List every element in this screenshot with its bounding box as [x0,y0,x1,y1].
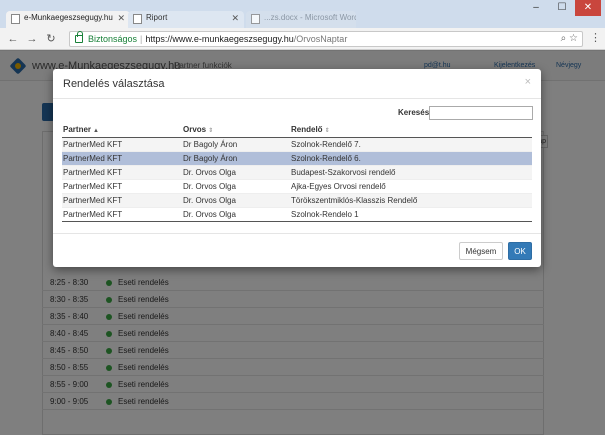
cell-partner: PartnerMed KFT [62,137,182,152]
table-row[interactable]: PartnerMed KFT Dr. Orvos Olga Törökszent… [62,193,532,208]
sort-icon: ⇕ [208,128,214,135]
minimize-icon[interactable]: – [523,0,549,16]
cell-rendelo: Szolnok-Rendelo 1 [290,207,532,222]
window-close-icon[interactable]: ✕ [575,0,601,16]
cell-rendelo: Szolnok-Rendelő 6. [290,151,532,166]
modal-footer: Mégsem OK [53,233,541,267]
browser-tab-strip: e-Munkaegeszsegugy.hu ✕ Riport ✕ ...zs.d… [0,0,605,28]
tab-title: e-Munkaegeszsegugy.hu [24,13,113,22]
cell-orvos: Dr. Orvos Olga [182,179,290,194]
table-row[interactable]: PartnerMed KFT Dr Bagoly Áron Szolnok-Re… [62,137,532,152]
cell-partner: PartnerMed KFT [62,179,182,194]
order-selection-modal: Rendelés választása × Keresés: Partner ▲ … [53,69,541,267]
menu-dots-icon[interactable]: ⋮ [590,31,601,44]
browser-tab-active[interactable]: e-Munkaegeszsegugy.hu ✕ [6,11,130,28]
bookmark-star-icon[interactable]: ☆ [569,33,578,44]
close-icon[interactable]: × [525,76,531,88]
modal-title: Rendelés választása [63,78,165,90]
table-row-selected[interactable]: PartnerMed KFT Dr Bagoly Áron Szolnok-Re… [62,151,532,166]
table-row[interactable]: PartnerMed KFT Dr. Orvos Olga Budapest-S… [62,165,532,180]
tab-title: ...zs.docx - Microsoft Word [264,13,356,22]
tab-close-icon[interactable]: ✕ [231,13,239,24]
maximize-icon[interactable]: ☐ [549,0,575,16]
lock-icon [75,31,83,43]
url-field[interactable]: Biztonságos | https://www.e-munkaegeszsegu… [69,31,583,47]
url-path: /OrvosNaptar [293,34,348,44]
order-table: Partner ▲ Orvos ⇕ Rendelő ⇕ PartnerMed KFT … [62,123,532,222]
cell-rendelo: Törökszentmiklós-Klasszis Rendelő [290,193,532,208]
column-label: Orvos [183,125,207,135]
window-controls: – ☐ ✕ [523,0,601,16]
cell-rendelo: Ajka-Egyes Orvosi rendelő [290,179,532,194]
reload-icon[interactable]: ↻ [44,32,58,46]
back-arrow-icon[interactable]: ← [6,32,20,46]
search-label: Keresés: [398,108,432,117]
url-host: https://www.e-munkaegeszsegugy.hu [145,34,294,44]
tab-title: Riport [146,13,168,22]
browser-tab-riport[interactable]: Riport ✕ [128,11,244,28]
url-separator: | [140,34,143,44]
sort-asc-icon: ▲ [93,128,99,135]
cell-orvos: Dr Bagoly Áron [182,137,290,152]
modal-header: Rendelés választása × [53,69,541,99]
zoom-icon[interactable]: ⌕ [561,33,567,44]
cell-partner: PartnerMed KFT [62,207,182,222]
cell-orvos: Dr. Orvos Olga [182,165,290,180]
browser-tab-word[interactable]: ...zs.docx - Microsoft Word [246,11,356,28]
word-icon [251,14,260,24]
omnibox-actions: ⌕ ☆ [561,32,578,46]
cancel-button[interactable]: Mégsem [459,242,503,260]
table-header-row: Partner ▲ Orvos ⇕ Rendelő ⇕ [62,123,532,138]
table-row[interactable]: PartnerMed KFT Dr. Orvos Olga Szolnok-Re… [62,207,532,222]
column-header-orvos[interactable]: Orvos ⇕ [182,123,290,138]
cell-orvos: Dr. Orvos Olga [182,193,290,208]
table-row[interactable]: PartnerMed KFT Dr. Orvos Olga Ajka-Egyes… [62,179,532,194]
search-input[interactable] [429,106,533,120]
column-label: Partner [63,125,92,135]
page-icon [11,14,20,24]
tab-close-icon[interactable]: ✕ [117,13,125,24]
column-header-partner[interactable]: Partner ▲ [62,123,182,138]
ok-button[interactable]: OK [508,242,532,260]
secure-label: Biztonságos [88,34,138,44]
cell-orvos: Dr Bagoly Áron [182,151,290,166]
sort-icon: ⇕ [324,128,330,135]
column-header-rendelo[interactable]: Rendelő ⇕ [290,123,532,138]
cell-partner: PartnerMed KFT [62,193,182,208]
page-icon [133,14,142,24]
column-label: Rendelő [291,125,323,135]
cell-rendelo: Szolnok-Rendelő 7. [290,137,532,152]
forward-arrow-icon[interactable]: → [25,32,39,46]
cell-rendelo: Budapest-Szakorvosi rendelő [290,165,532,180]
cell-partner: PartnerMed KFT [62,151,182,166]
address-bar: ← → ↻ Biztonságos | https://www.e-munkaege… [0,28,605,50]
cell-orvos: Dr. Orvos Olga [182,207,290,222]
cell-partner: PartnerMed KFT [62,165,182,180]
